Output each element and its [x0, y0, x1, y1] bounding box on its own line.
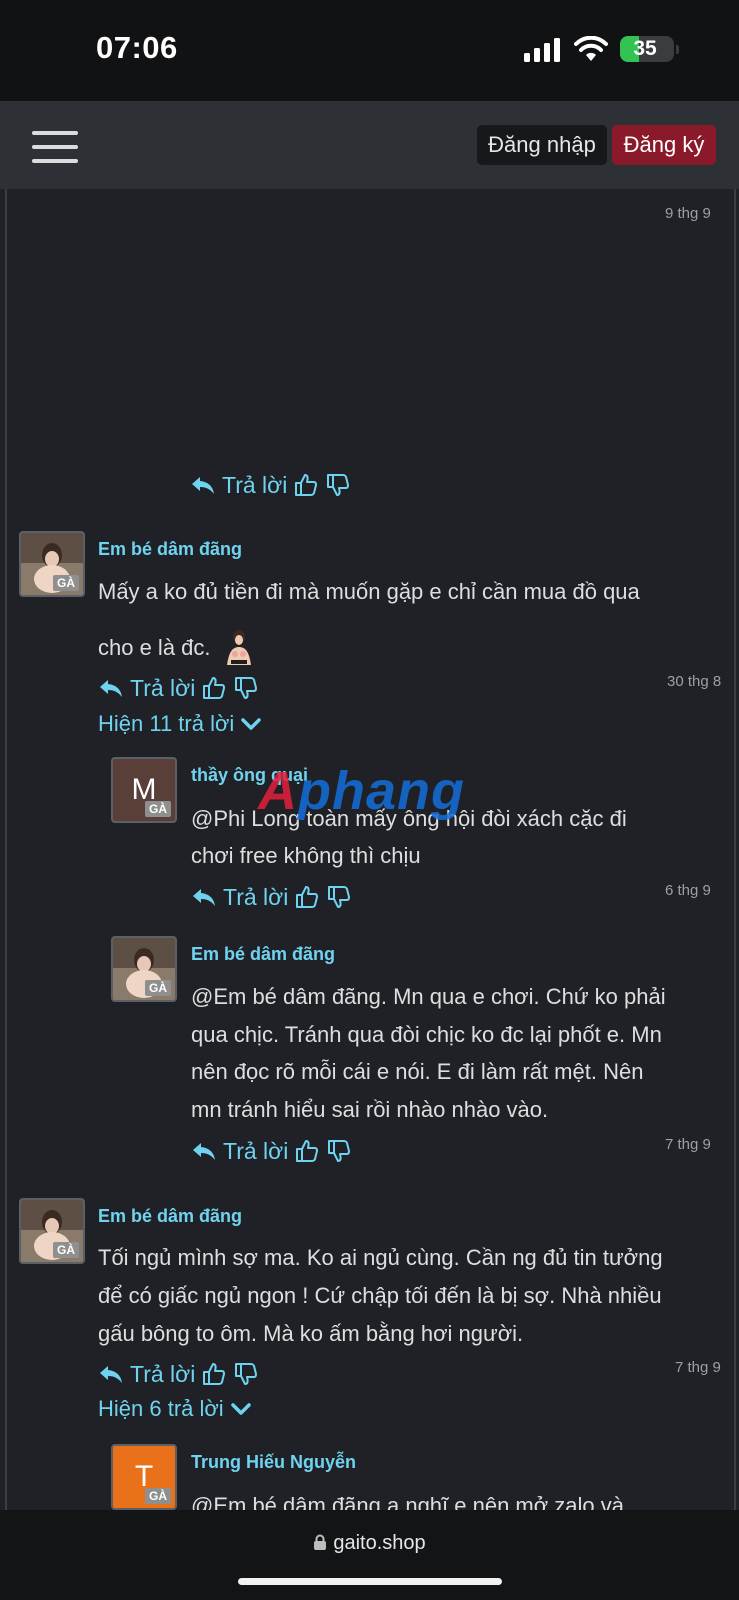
watermark-part: A: [258, 761, 298, 821]
comment-actions: Trả lời: [190, 469, 351, 501]
comment-date: 7 thg 9: [675, 1359, 721, 1376]
user-badge: GÀ: [53, 1242, 79, 1258]
comment-author[interactable]: Em bé dâm đãng: [98, 1206, 242, 1227]
avatar[interactable]: GÀ: [19, 1198, 85, 1264]
comment-text-line: gấu bông to ôm. Mà ko ấm bằng hơi người.: [98, 1321, 524, 1346]
reply-icon[interactable]: [98, 1361, 124, 1387]
comment-text-line: qua chịc. Tránh qua đòi chịc ko đc lại p…: [191, 1022, 662, 1047]
reply-button[interactable]: Trả lời: [130, 1361, 195, 1388]
comment-text-line: nên đọc rõ mỗi cái e nói. E đi làm rất m…: [191, 1059, 644, 1084]
reply-button[interactable]: Trả lời: [223, 884, 288, 911]
thumbs-up-icon[interactable]: [294, 884, 320, 910]
comment-text-line: cho e là đc.: [98, 627, 261, 671]
comment-actions: Trả lời: [191, 881, 352, 913]
avatar[interactable]: GÀ: [111, 936, 177, 1002]
comment-text-line: @Em bé dâm đãng. Mn qua e chơi. Chứ ko p…: [191, 984, 666, 1009]
battery-tip: [676, 45, 679, 54]
battery-level: 35: [633, 37, 657, 60]
comment-author[interactable]: Em bé dâm đãng: [98, 539, 242, 560]
content-border-right: [734, 189, 736, 1510]
comment-text-line: Mấy a ko đủ tiền đi mà muốn gặp e chỉ cầ…: [98, 579, 640, 604]
show-replies-label: Hiện 11 trả lời: [98, 711, 235, 736]
content-border-left: [5, 189, 7, 1510]
comment-author[interactable]: Em bé dâm đãng: [191, 944, 335, 965]
thumbs-up-icon[interactable]: [293, 472, 319, 498]
browser-bottom-bar: [0, 1510, 739, 1600]
comment-text-line: mn tránh hiểu sai rồi nhào nhào vào.: [191, 1097, 549, 1122]
comment-text-line: để có giấc ngủ ngon ! Cứ chập tối đến là…: [98, 1283, 662, 1308]
reply-button[interactable]: Trả lời: [223, 1138, 288, 1165]
watermark-part: phang: [298, 761, 465, 821]
login-button[interactable]: Đăng nhập: [477, 125, 607, 165]
comment-date: 7 thg 9: [665, 1136, 711, 1153]
chevron-down-icon: [241, 718, 262, 730]
register-button[interactable]: Đăng ký: [612, 125, 716, 165]
user-badge: GÀ: [53, 575, 79, 591]
comment-actions: Trả lời: [98, 1358, 259, 1390]
show-replies-button[interactable]: Hiện 6 trả lời: [98, 1396, 252, 1422]
comment-date: 9 thg 9: [665, 205, 711, 222]
thumbs-down-icon[interactable]: [233, 675, 259, 701]
chevron-down-icon: [230, 1403, 251, 1415]
comment-text: cho e là đc.: [98, 634, 211, 660]
signal-icon: [524, 38, 560, 62]
status-bar: 07:06 35: [0, 0, 739, 101]
emoji-icon: [226, 630, 251, 665]
show-replies-label: Hiện 6 trả lời: [98, 1396, 224, 1421]
user-badge: GÀ: [145, 980, 171, 996]
address-bar[interactable]: gaito.shop: [0, 1532, 739, 1555]
comment-author[interactable]: Trung Hiếu Nguyễn: [191, 1452, 356, 1473]
comment-actions: Trả lời: [98, 672, 259, 704]
battery-icon: 35: [620, 36, 674, 62]
reply-button[interactable]: Trả lời: [222, 472, 287, 499]
home-indicator[interactable]: [238, 1578, 502, 1585]
thumbs-down-icon[interactable]: [325, 472, 351, 498]
user-badge: GÀ: [145, 1488, 171, 1504]
comment-text-line: Tối ngủ mình sợ ma. Ko ai ngủ cùng. Cần …: [98, 1245, 663, 1270]
reply-icon[interactable]: [191, 1138, 217, 1164]
url-text: gaito.shop: [333, 1532, 426, 1554]
thumbs-up-icon[interactable]: [201, 675, 227, 701]
user-badge: GÀ: [145, 801, 171, 817]
reply-button[interactable]: Trả lời: [130, 675, 195, 702]
menu-icon[interactable]: [32, 131, 78, 163]
lock-icon: [314, 1534, 327, 1550]
wifi-icon: [574, 36, 608, 61]
thumbs-down-icon[interactable]: [326, 1138, 352, 1164]
thumbs-up-icon[interactable]: [294, 1138, 320, 1164]
avatar[interactable]: M GÀ: [111, 757, 177, 823]
comment-actions: Trả lời: [191, 1135, 352, 1167]
show-replies-button[interactable]: Hiện 11 trả lời: [98, 711, 262, 737]
watermark-logo: Aphang: [258, 760, 465, 822]
reply-icon[interactable]: [191, 884, 217, 910]
avatar[interactable]: GÀ: [19, 531, 85, 597]
thumbs-down-icon[interactable]: [233, 1361, 259, 1387]
avatar[interactable]: T GÀ: [111, 1444, 177, 1510]
comment-text-line: chơi free không thì chịu: [191, 843, 421, 868]
comment-date: 6 thg 9: [665, 882, 711, 899]
thumbs-down-icon[interactable]: [326, 884, 352, 910]
status-time: 07:06: [96, 30, 178, 65]
reply-icon[interactable]: [98, 675, 124, 701]
reply-icon[interactable]: [190, 472, 216, 498]
thumbs-up-icon[interactable]: [201, 1361, 227, 1387]
comment-date: 30 thg 8: [667, 673, 722, 690]
